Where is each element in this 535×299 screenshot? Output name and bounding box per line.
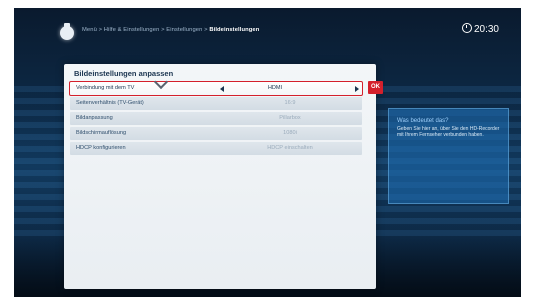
settings-panel: Bildeinstellungen anpassen Verbindung mi… [64, 64, 383, 289]
setting-label: Seitenverhältnis (TV-Gerät) [76, 100, 144, 106]
info-text: Geben Sie hier an, über Sie den HD-Recor… [397, 126, 500, 139]
arrow-right-icon[interactable] [355, 86, 359, 92]
setting-row-picture-adjust[interactable]: Bildanpassung Pillarbox [70, 112, 362, 125]
setting-label: Bildanpassung [76, 115, 113, 121]
home-icon[interactable] [60, 23, 74, 40]
setting-row-hdcp[interactable]: HDCP konfigurieren HDCP einschalten [70, 142, 362, 155]
setting-value: 16:9 [284, 100, 296, 106]
setting-value: Pillarbox [279, 115, 301, 121]
ok-button[interactable]: OK [368, 81, 383, 94]
breadcrumb: Menü > Hilfe & Einstellungen > Einstellu… [82, 27, 412, 33]
clock: 20:30 [461, 23, 499, 35]
setting-row-tv-connection[interactable]: Verbindung mit dem TV HDMI OK [69, 81, 383, 96]
breadcrumb-current: Bildeinstellungen [209, 27, 260, 33]
setting-label: HDCP konfigurieren [76, 145, 126, 151]
top-bar: Menü > Hilfe & Einstellungen > Einstellu… [14, 8, 521, 48]
setting-value: HDMI [267, 85, 283, 91]
setting-value: 1080i [283, 130, 297, 136]
info-title: Was bedeutet das? [397, 118, 449, 124]
setting-label: Verbindung mit dem TV [76, 85, 135, 91]
info-box: Was bedeutet das? Geben Sie hier an, übe… [388, 108, 509, 204]
setting-row-aspect-ratio[interactable]: Seitenverhältnis (TV-Gerät) 16:9 [70, 97, 362, 110]
setting-value: HDCP einschalten [267, 145, 313, 151]
breadcrumb-path: Menü > Hilfe & Einstellungen > Einstellu… [82, 27, 210, 33]
clock-icon [461, 23, 472, 33]
settings-list: Verbindung mit dem TV HDMI OK Seitenverh… [69, 81, 383, 157]
setting-label: Bildschirmauflösung [76, 130, 127, 136]
setting-row-resolution[interactable]: Bildschirmauflösung 1080i [70, 127, 362, 140]
clock-time: 20:30 [473, 24, 499, 35]
